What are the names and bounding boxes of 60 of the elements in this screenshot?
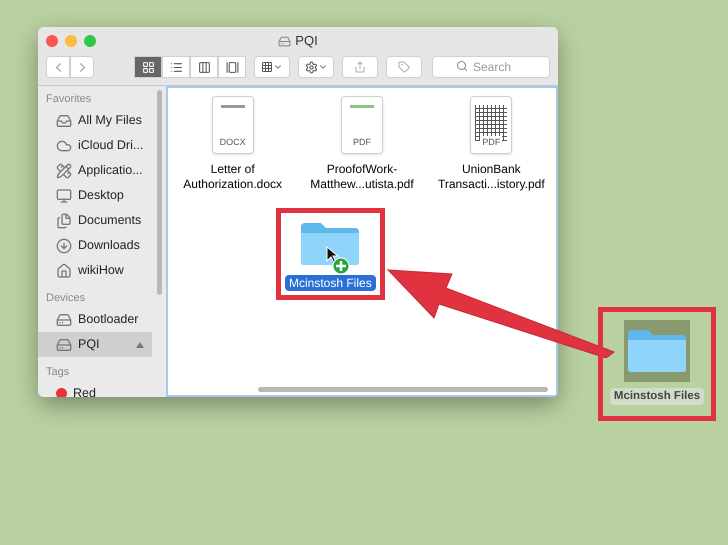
search-icon xyxy=(456,60,468,72)
sidebar-item[interactable]: Desktop xyxy=(38,183,152,208)
monitor-icon xyxy=(56,188,72,204)
close-button[interactable] xyxy=(46,35,58,47)
share-icon xyxy=(354,61,366,73)
list-view-button[interactable] xyxy=(162,56,190,78)
folder-icon xyxy=(299,221,362,267)
tag-button[interactable] xyxy=(386,56,422,78)
sidebar-heading: Favorites xyxy=(45,92,92,107)
grid-icon xyxy=(261,61,273,73)
cloud-icon xyxy=(56,138,72,154)
file-name[interactable]: ProofofWork-Matthew...utista.pdf xyxy=(300,162,424,192)
forward-button[interactable] xyxy=(70,56,94,78)
sidebar-item[interactable]: Applicatio... xyxy=(38,158,152,183)
search-field[interactable]: Search xyxy=(432,56,550,78)
share-button[interactable] xyxy=(342,56,378,78)
file-name[interactable]: UnionBank Transacti...istory.pdf xyxy=(429,162,554,192)
sidebar-item[interactable]: Documents xyxy=(38,208,152,233)
spreadsheet-file-icon[interactable]: PDF xyxy=(470,96,512,154)
file-name[interactable]: Letter of Authorization.docx xyxy=(170,162,295,192)
sidebar-item[interactable]: All My Files xyxy=(38,108,152,133)
scrollbar[interactable] xyxy=(258,387,548,392)
scrollbar[interactable] xyxy=(157,90,162,295)
document-file-icon[interactable]: PDF xyxy=(340,96,383,154)
gear-icon xyxy=(304,60,318,74)
sidebar-item[interactable]: PQI xyxy=(38,332,152,357)
drive-icon xyxy=(278,34,292,48)
arrange-button[interactable] xyxy=(254,56,290,78)
ruler-pencil-icon xyxy=(56,162,72,178)
list-view-icon xyxy=(170,60,182,74)
drive-icon xyxy=(56,312,72,328)
download-icon xyxy=(56,238,72,254)
tag-icon xyxy=(398,61,410,73)
sidebar-item[interactable]: Downloads xyxy=(38,233,152,258)
back-button[interactable] xyxy=(46,56,70,78)
sidebar-item[interactable]: Red xyxy=(38,381,152,397)
gallery-view-button[interactable] xyxy=(218,56,246,78)
window-title: PQI xyxy=(295,32,318,50)
tray-icon xyxy=(56,112,72,128)
gallery-view-icon xyxy=(226,60,238,74)
columns-view-icon xyxy=(198,60,210,74)
action-button[interactable] xyxy=(298,56,334,78)
zoom-button[interactable] xyxy=(84,35,96,47)
document-file-icon[interactable]: DOCX xyxy=(212,96,254,154)
drive-icon xyxy=(56,336,72,352)
columns-view-button[interactable] xyxy=(190,56,218,78)
sidebar-item[interactable]: wikiHow xyxy=(38,258,152,283)
sidebar-item[interactable]: Bootloader xyxy=(38,307,152,332)
sidebar-heading: Tags xyxy=(45,364,70,380)
sidebar-item[interactable]: iCloud Dri... xyxy=(38,133,152,158)
folder-name[interactable]: Mcinstosh Files xyxy=(285,275,376,291)
sidebar-heading: Devices xyxy=(45,290,86,306)
minimize-button[interactable] xyxy=(65,35,77,47)
folder-name[interactable]: Mcinstosh Files xyxy=(610,388,704,406)
documents-icon xyxy=(56,212,72,228)
eject-icon[interactable] xyxy=(136,342,144,348)
folder-icon xyxy=(626,328,688,374)
grid-view-icon xyxy=(142,60,154,74)
grid-view-button[interactable] xyxy=(134,56,162,78)
house-icon xyxy=(56,262,72,278)
